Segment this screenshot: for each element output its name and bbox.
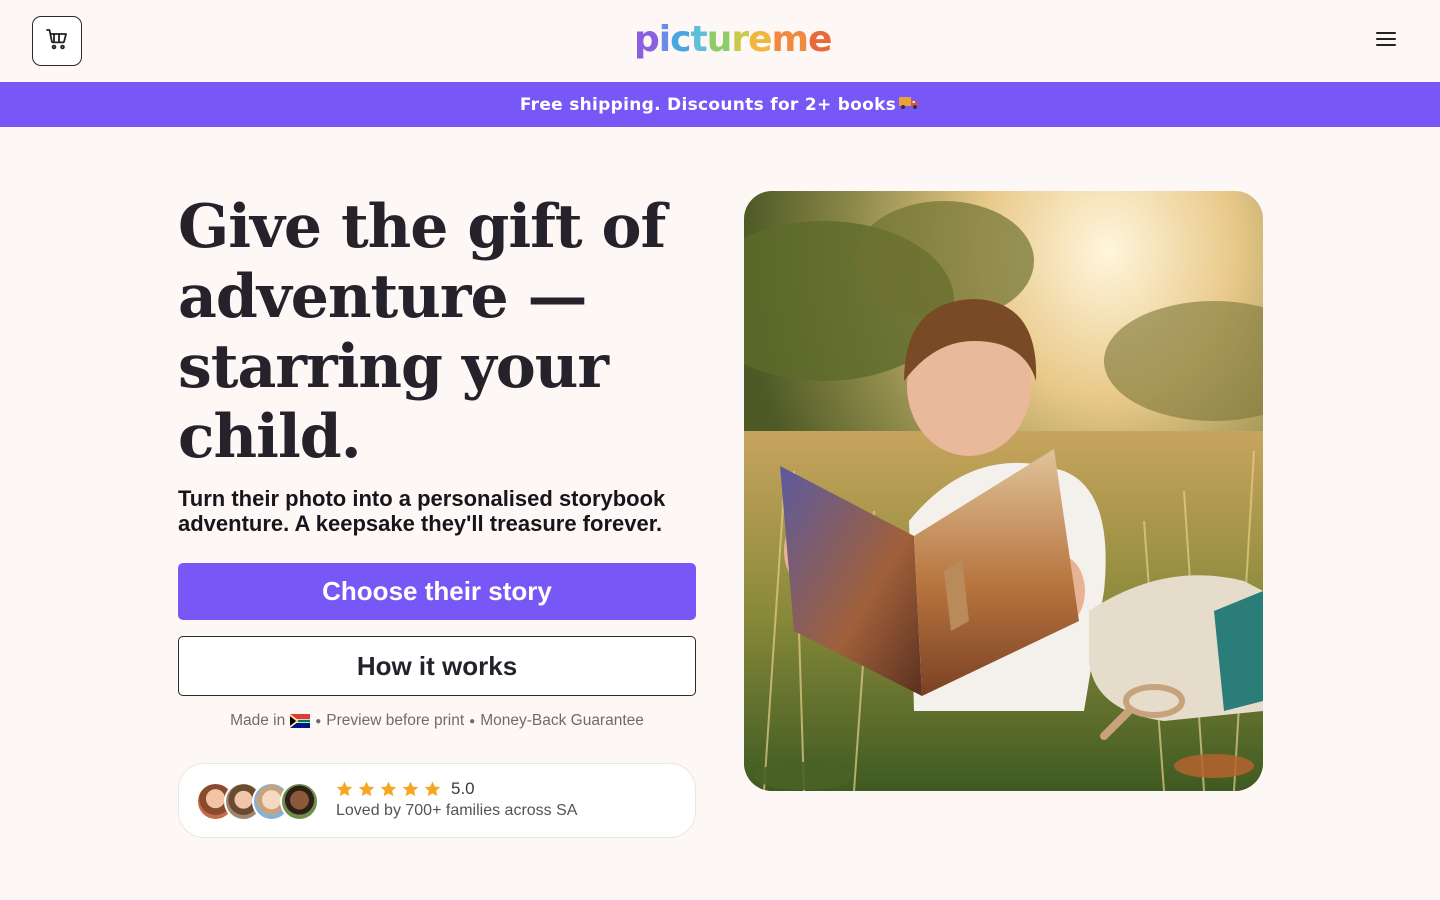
star-icon bbox=[358, 781, 375, 796]
logo-letter: r bbox=[731, 19, 749, 60]
pictureme-logo[interactable]: pictureme bbox=[634, 18, 832, 62]
separator-dot: ● bbox=[469, 715, 476, 727]
logo-letter: t bbox=[690, 19, 707, 60]
made-in-text: Made in bbox=[230, 712, 286, 729]
logo-letter: e bbox=[808, 19, 832, 60]
cart-button[interactable] bbox=[32, 16, 82, 66]
star-rating: 5.0 bbox=[335, 779, 475, 799]
star-icon bbox=[424, 781, 441, 796]
promo-banner: Free shipping. Discounts for 2+ books bbox=[0, 82, 1440, 127]
logo-letter: c bbox=[670, 19, 691, 60]
logo-letter: u bbox=[706, 19, 733, 60]
choose-story-button[interactable]: Choose their story bbox=[178, 563, 696, 620]
star-icon bbox=[380, 781, 397, 796]
review-text: Loved by 700+ families across SA bbox=[336, 802, 578, 819]
logo-letter: p bbox=[634, 19, 660, 60]
south-africa-flag-icon bbox=[290, 714, 311, 728]
cart-icon bbox=[45, 27, 69, 55]
hamburger-menu-icon bbox=[1375, 30, 1397, 52]
rating-value: 5.0 bbox=[451, 779, 475, 798]
guarantee-text: Money-Back Guarantee bbox=[480, 712, 644, 729]
trust-line: Made in ● Preview before print ● Money-B… bbox=[178, 709, 696, 733]
menu-button[interactable] bbox=[1370, 26, 1402, 56]
promo-banner-text: Free shipping. Discounts for 2+ books bbox=[519, 94, 897, 115]
logo-letter: m bbox=[771, 19, 810, 60]
customer-avatars bbox=[196, 782, 321, 822]
star-icon bbox=[336, 781, 353, 796]
site-header: pictureme bbox=[0, 0, 1440, 82]
hero-title: Give the gift of adventure — starring yo… bbox=[178, 192, 666, 472]
delivery-truck-icon bbox=[898, 94, 920, 115]
logo-letter: e bbox=[748, 19, 772, 60]
star-icon bbox=[402, 781, 419, 796]
preview-text: Preview before print bbox=[326, 712, 465, 729]
review-card: 5.0 Loved by 700+ families across SA bbox=[178, 763, 696, 838]
hero-subtitle: Turn their photo into a personalised sto… bbox=[178, 486, 666, 536]
logo-letter: i bbox=[658, 19, 671, 60]
avatar bbox=[280, 782, 319, 821]
separator-dot: ● bbox=[315, 715, 322, 727]
hero-image bbox=[744, 191, 1263, 791]
how-it-works-button[interactable]: How it works bbox=[178, 636, 696, 696]
